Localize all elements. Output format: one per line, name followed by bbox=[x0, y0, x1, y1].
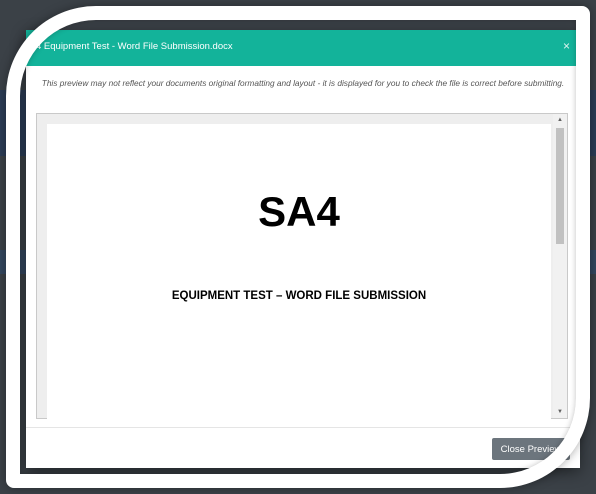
modal-footer-divider bbox=[26, 427, 580, 428]
preview-scrollbar[interactable]: ▲ ▼ bbox=[553, 114, 567, 418]
document-title: SA4 bbox=[258, 188, 340, 235]
modal-title: 4 Equipment Test - Word File Submission.… bbox=[36, 41, 233, 52]
close-preview-button[interactable]: Close Preview bbox=[492, 438, 570, 460]
scrollbar-thumb[interactable] bbox=[556, 128, 564, 244]
document-page: SA4 EQUIPMENT TEST – WORD FILE SUBMISSIO… bbox=[47, 124, 551, 420]
close-icon[interactable]: × bbox=[563, 39, 570, 53]
arrow-up-icon[interactable]: ▲ bbox=[553, 114, 567, 126]
preview-notice: This preview may not reflect your docume… bbox=[41, 78, 565, 88]
arrow-down-icon[interactable]: ▼ bbox=[553, 406, 567, 418]
modal-header: 4 Equipment Test - Word File Submission.… bbox=[26, 30, 580, 66]
preview-modal: 4 Equipment Test - Word File Submission.… bbox=[26, 30, 580, 468]
document-subtitle: EQUIPMENT TEST – WORD FILE SUBMISSION bbox=[171, 290, 427, 302]
document-preview[interactable]: SA4 EQUIPMENT TEST – WORD FILE SUBMISSIO… bbox=[36, 113, 568, 420]
